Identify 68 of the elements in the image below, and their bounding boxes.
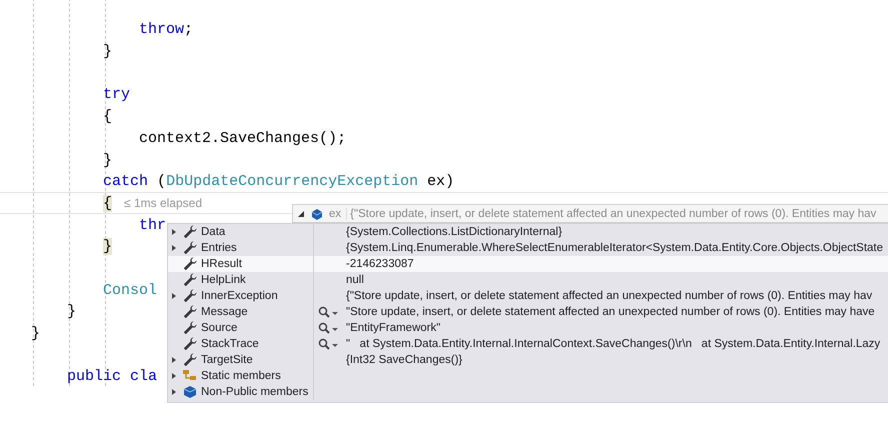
member-name: HResult xyxy=(201,258,242,270)
magnifier-dropdown-icon[interactable] xyxy=(318,338,338,350)
member-name: HelpLink xyxy=(201,274,246,286)
member-row[interactable]: InnerException {"Store update, insert, or delete statement affected an unexpected number of rows (0). Entities may hav xyxy=(168,288,888,304)
member-name: Entries xyxy=(201,242,237,254)
member-row[interactable]: Data {System.Collections.ListDictionaryInternal} xyxy=(168,224,888,240)
member-row[interactable]: Source "EntityFramework" xyxy=(168,320,888,336)
wrench-icon xyxy=(182,352,198,368)
code-text: } xyxy=(102,150,112,170)
wrench-icon xyxy=(182,256,198,272)
wrench-icon xyxy=(182,224,198,240)
member-name: TargetSite xyxy=(201,354,253,366)
member-name: InnerException xyxy=(201,290,278,302)
code-text: { xyxy=(102,194,112,214)
wrench-icon xyxy=(182,240,198,256)
expand-arrow-icon[interactable] xyxy=(170,356,176,364)
member-row[interactable]: Non-Public members xyxy=(168,384,888,400)
member-value: {System.Collections.ListDictionaryInternal} xyxy=(346,226,562,238)
wrench-icon xyxy=(182,336,198,352)
member-row[interactable]: Message "Store update, insert, or delete statement affected an unexpected number of rows (0). Entities may have xyxy=(168,304,888,320)
code-text: public cla xyxy=(66,367,158,388)
member-row[interactable]: StackTrace " at System.Data.Entity.Internal.InternalContext.SaveChanges()\r\n at System.Data.Entity.Internal.Lazy xyxy=(168,336,888,352)
wrench-icon xyxy=(182,272,198,288)
member-name: Source xyxy=(201,322,238,334)
member-value: -2146233087 xyxy=(346,258,414,270)
code-text: context2.SaveChanges(); xyxy=(138,128,346,149)
expand-arrow-icon[interactable] xyxy=(170,228,176,236)
code-text: thr xyxy=(138,216,166,236)
member-row[interactable]: HResult -2146233087 xyxy=(168,256,888,272)
wrench-icon xyxy=(182,288,198,304)
member-name: Data xyxy=(201,226,226,238)
expand-arrow-icon[interactable] xyxy=(170,292,176,300)
object-icon xyxy=(182,384,198,400)
expand-arrow-icon[interactable] xyxy=(170,388,176,396)
code-text: catch (DbUpdateConcurrencyException ex) xyxy=(102,172,454,192)
code-text: { xyxy=(102,107,112,128)
variable-value: {"Store update, insert, or delete statement affected an unexpected number of rows (0). Entities may hav xyxy=(346,208,876,220)
wrench-icon xyxy=(182,320,198,336)
member-name: StackTrace xyxy=(201,338,259,350)
member-value: {Int32 SaveChanges()} xyxy=(346,354,462,366)
member-row[interactable]: HelpLink null xyxy=(168,272,888,288)
code-text: } xyxy=(31,324,40,344)
code-text: } xyxy=(102,42,112,62)
member-value: "Store update, insert, or delete statement affected an unexpected number of rows (0). Entities may have xyxy=(346,306,875,318)
magnifier-dropdown-icon[interactable] xyxy=(318,306,338,318)
expand-arrow-icon[interactable] xyxy=(170,244,176,252)
member-value: {"Store update, insert, or delete statement affected an unexpected number of rows (0). Entities may hav xyxy=(346,290,872,302)
code-text: } xyxy=(66,302,76,322)
code-text: Consol xyxy=(102,280,158,301)
member-value: null xyxy=(346,274,364,286)
member-value: "EntityFramework" xyxy=(346,322,440,334)
code-text: try xyxy=(102,85,130,106)
member-value: " at System.Data.Entity.Internal.InternalContext.SaveChanges()\r\n at System.Data.Entity.Internal.Lazy xyxy=(346,338,880,350)
elapsed-time-hint: ≤ 1ms elapsed xyxy=(124,194,202,212)
variable-name: ex xyxy=(329,208,342,220)
member-row[interactable]: Static members xyxy=(168,368,888,384)
expand-arrow-icon[interactable] xyxy=(170,372,176,380)
pin-triangle-icon[interactable] xyxy=(297,210,305,218)
member-name: Static members xyxy=(201,370,281,382)
member-name: Message xyxy=(201,306,248,318)
code-text: } xyxy=(102,237,112,258)
member-row[interactable]: TargetSite {Int32 SaveChanges()} xyxy=(168,352,888,368)
member-name: Non-Public members xyxy=(201,386,308,398)
object-icon xyxy=(310,206,324,220)
magnifier-dropdown-icon[interactable] xyxy=(318,322,338,334)
wrench-icon xyxy=(182,304,198,320)
member-value: {System.Linq.Enumerable.WhereSelectEnumerableIterator<System.Data.Entity.Core.Objects.ObjectState xyxy=(346,242,884,254)
code-text: throw; xyxy=(138,20,194,40)
